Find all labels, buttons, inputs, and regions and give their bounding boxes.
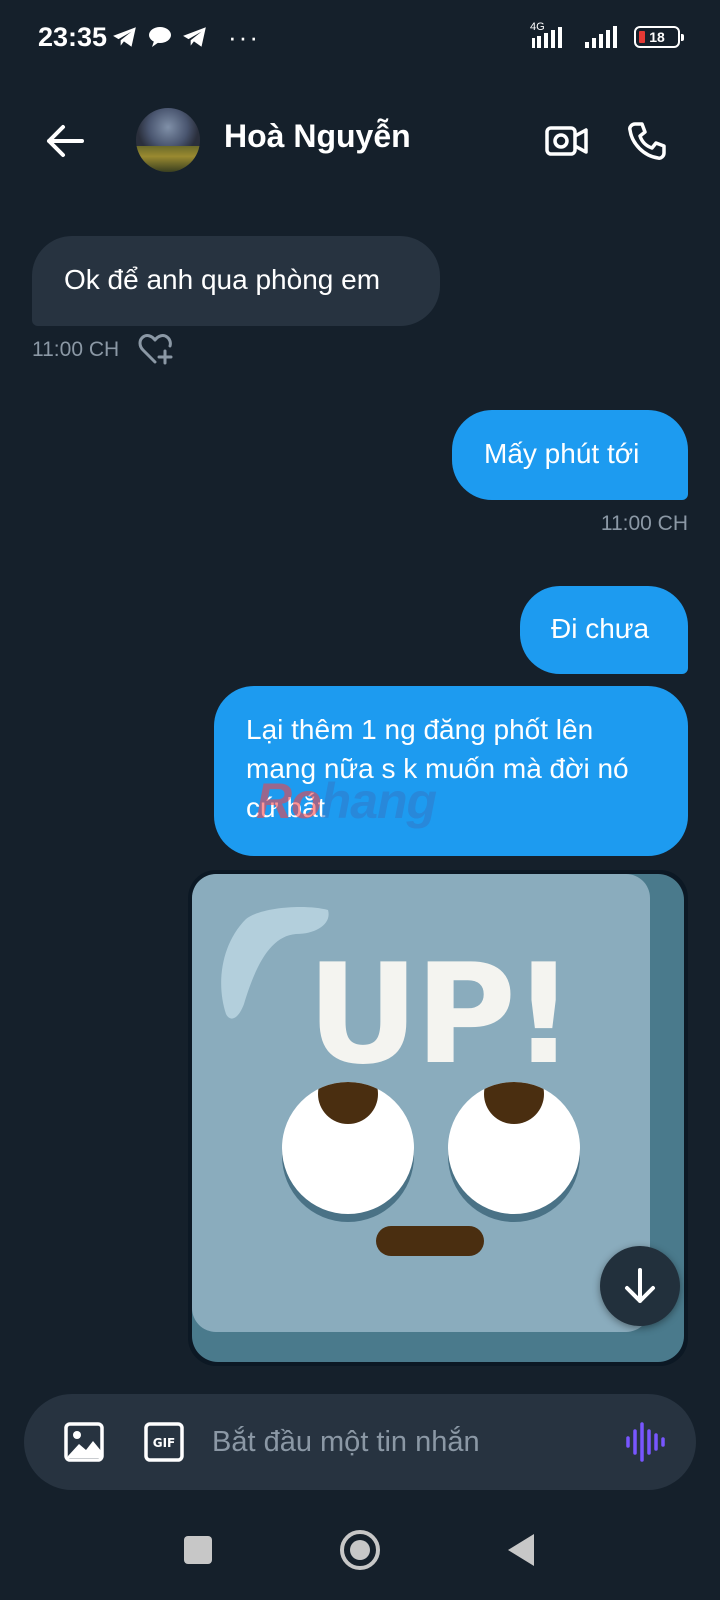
battery-level: 18 bbox=[649, 29, 665, 45]
chat-header: Hoà Nguyễn bbox=[0, 90, 720, 190]
sticker-face: UP! bbox=[192, 874, 650, 1332]
telegram-icon bbox=[183, 27, 206, 47]
video-camera-icon bbox=[545, 126, 588, 156]
incoming-message[interactable]: Ok để anh qua phòng em bbox=[32, 236, 440, 326]
more-notifications-icon: ··· bbox=[228, 22, 260, 52]
phone-icon bbox=[628, 122, 666, 160]
outgoing-message[interactable]: Đi chưa bbox=[520, 586, 688, 674]
recent-apps-button[interactable] bbox=[184, 1536, 212, 1564]
message-input[interactable] bbox=[212, 1416, 612, 1468]
status-notification-icons: ··· bbox=[112, 22, 260, 52]
audio-wave-icon[interactable] bbox=[622, 1420, 666, 1464]
sticker-eye-right bbox=[448, 1082, 580, 1214]
message-timestamp: 11:00 CH bbox=[32, 338, 120, 361]
chat-bubble-icon bbox=[149, 27, 171, 47]
svg-text:GIF: GIF bbox=[153, 1436, 176, 1450]
sticker-eye-left bbox=[282, 1082, 414, 1214]
sticker-text: UP! bbox=[306, 934, 575, 1095]
status-time: 23:35 bbox=[38, 22, 108, 52]
signal-4g-icon: 4G bbox=[530, 21, 574, 50]
telegram-icon bbox=[113, 27, 136, 47]
video-call-button[interactable] bbox=[542, 116, 592, 166]
status-bar: 23:35 ··· 4G 18 bbox=[0, 0, 720, 78]
signal-icon bbox=[585, 26, 617, 48]
voice-call-button[interactable] bbox=[622, 116, 672, 166]
image-icon[interactable] bbox=[62, 1420, 106, 1464]
gif-icon[interactable]: GIF bbox=[142, 1420, 186, 1464]
home-button[interactable] bbox=[340, 1530, 380, 1570]
contact-name[interactable]: Hoà Nguyễn bbox=[224, 118, 411, 155]
arrow-down-icon bbox=[625, 1268, 655, 1303]
outgoing-message[interactable]: Lại thêm 1 ng đăng phốt lên mang nữa s k… bbox=[214, 686, 688, 856]
message-composer: GIF bbox=[24, 1394, 696, 1490]
battery-indicator: 18 bbox=[634, 26, 684, 48]
status-system-icons: 4G 18 bbox=[530, 21, 684, 50]
pupil bbox=[318, 1082, 378, 1124]
system-navigation-bar bbox=[0, 1506, 720, 1600]
outgoing-message[interactable]: Mấy phút tới bbox=[452, 410, 688, 500]
arrow-left-icon bbox=[47, 125, 84, 157]
contact-avatar[interactable] bbox=[136, 108, 200, 172]
back-button[interactable] bbox=[40, 116, 90, 166]
sticker-mouth bbox=[376, 1226, 484, 1256]
battery-low-icon bbox=[639, 31, 645, 43]
message-timestamp: 11:00 CH bbox=[600, 512, 688, 535]
back-nav-button[interactable] bbox=[508, 1534, 534, 1566]
scroll-to-bottom-button[interactable] bbox=[600, 1246, 680, 1326]
heart-plus-icon[interactable] bbox=[138, 334, 174, 366]
pupil bbox=[484, 1082, 544, 1124]
